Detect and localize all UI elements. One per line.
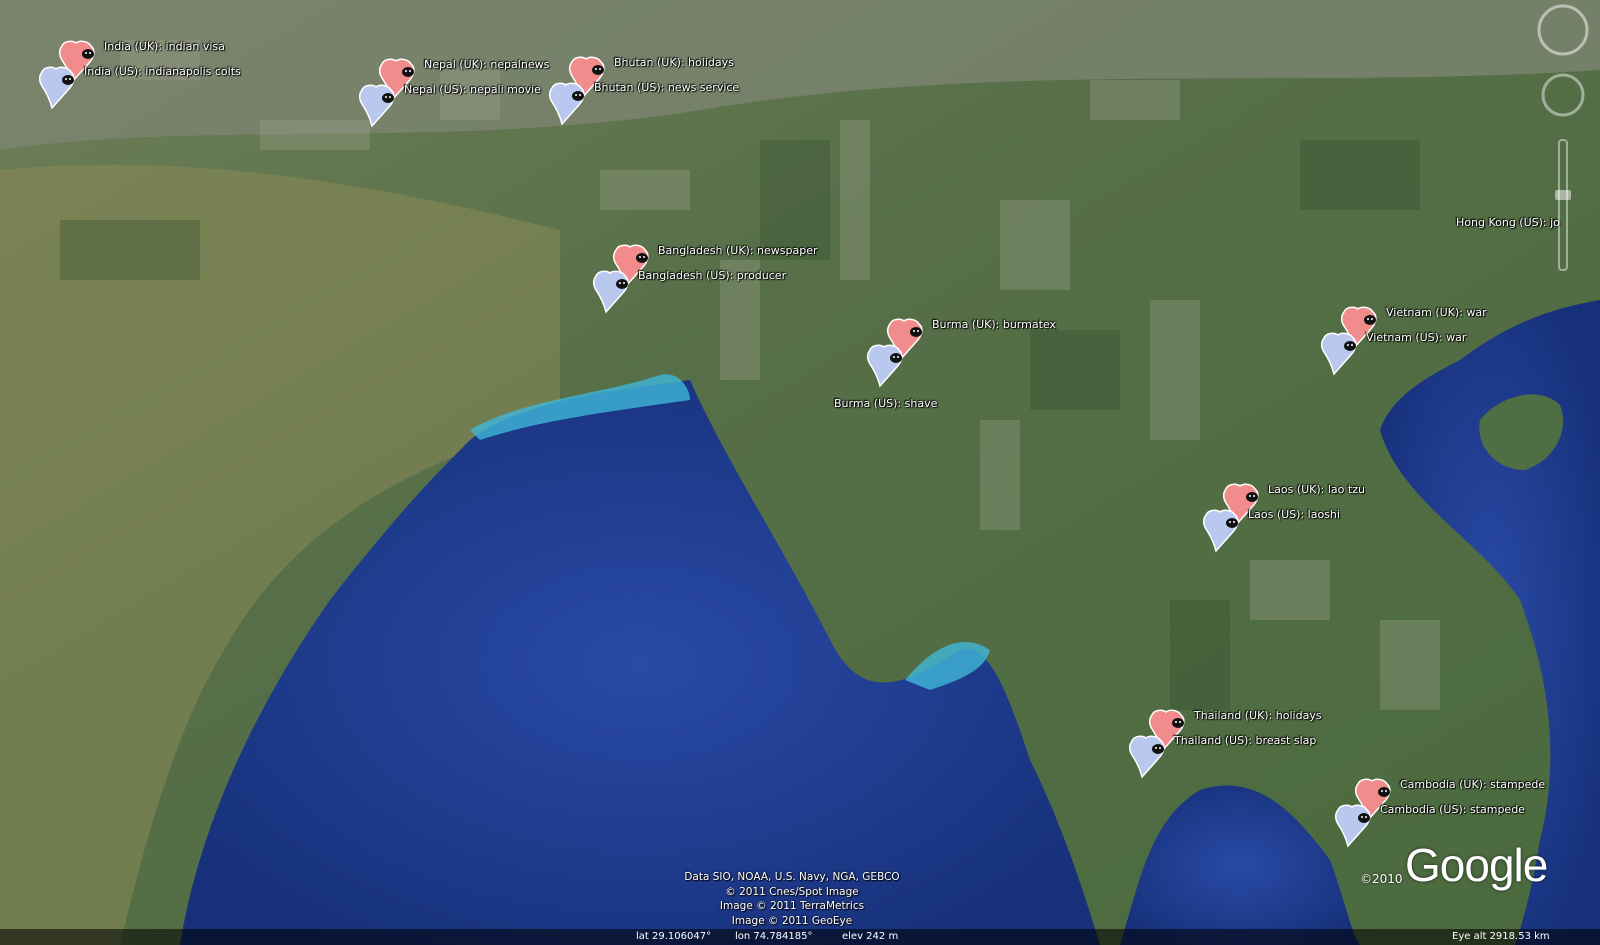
us-placemark-icon[interactable]	[38, 66, 78, 110]
placemark-label-uk[interactable]: Burma (UK): burmatex	[932, 318, 1056, 331]
us-placemark-icon[interactable]	[1128, 735, 1168, 779]
placemark-label-uk[interactable]: Thailand (UK): holidays	[1194, 709, 1322, 722]
navigation-controls[interactable]	[1515, 0, 1600, 300]
us-placemark-icon[interactable]	[1320, 332, 1360, 376]
look-joystick-icon[interactable]	[1537, 4, 1589, 56]
status-eye-altitude: Eye alt 2918.53 km	[1452, 931, 1550, 942]
us-placemark-icon[interactable]	[548, 82, 588, 126]
placemark-label-uk[interactable]: Vietnam (UK): war	[1386, 306, 1487, 319]
placemark-label-us[interactable]: Vietnam (US): war	[1366, 331, 1466, 344]
placemark-label-us[interactable]: Bangladesh (US): producer	[638, 269, 786, 282]
placemark-label-us[interactable]: India (US): indianapolis colts	[84, 65, 241, 78]
move-joystick-icon[interactable]	[1541, 73, 1585, 117]
credit-line: Data SIO, NOAA, U.S. Navy, NGA, GEBCO	[684, 871, 900, 883]
us-placemark-icon[interactable]	[1334, 804, 1374, 848]
map-view[interactable]: India (UK): indian visa India (US): india…	[0, 0, 1600, 945]
status-elevation: elev 242 m	[842, 931, 899, 942]
placemark-label-us[interactable]: Thailand (US): breast slap	[1174, 734, 1316, 747]
zoom-slider-handle[interactable]	[1555, 190, 1571, 200]
us-placemark-icon[interactable]	[592, 270, 632, 314]
credit-line: Image © 2011 GeoEye	[731, 914, 853, 927]
zoom-slider[interactable]	[1558, 139, 1568, 271]
us-placemark-icon[interactable]	[358, 84, 398, 128]
placemark-label-uk[interactable]: Laos (UK): lao tzu	[1268, 483, 1365, 496]
status-bar: lat 29.106047° lon 74.784185° elev 242 m…	[0, 929, 1600, 945]
placemark-label-us[interactable]: Nepal (US): nepali movie	[404, 83, 541, 96]
placemark-label-uk[interactable]: Cambodia (UK): stampede	[1400, 778, 1545, 791]
imagery-credits: Data SIO, NOAA, U.S. Navy, NGA, GEBCO © …	[632, 870, 952, 928]
status-longitude: lon 74.784185°	[735, 931, 813, 942]
us-placemark-icon[interactable]	[1202, 509, 1242, 553]
credit-line: © 2011 Cnes/Spot Image	[725, 885, 859, 898]
placemark-label-us[interactable]: Laos (US): laoshi	[1248, 508, 1340, 521]
placemark-label-uk[interactable]: Nepal (UK): nepalnews	[424, 58, 549, 71]
us-placemark-icon[interactable]	[866, 344, 906, 388]
credit-line: Image © 2011 TerraMetrics	[719, 900, 865, 912]
copyright-year: ©2010	[1360, 872, 1403, 886]
placemark-label-us[interactable]: Bhutan (US): news service	[594, 81, 739, 94]
placemark-label-uk[interactable]: Bangladesh (UK): newspaper	[658, 244, 818, 257]
placemark-label-us[interactable]: Burma (US): shave	[834, 397, 937, 410]
placemark-label-us[interactable]: Cambodia (US): stampede	[1380, 803, 1525, 816]
status-latitude: lat 29.106047°	[636, 931, 712, 942]
google-logo: Google	[1405, 839, 1548, 891]
placemark-label-uk[interactable]: Bhutan (UK): holidays	[614, 56, 734, 69]
placemark-label-uk[interactable]: India (UK): indian visa	[104, 40, 225, 53]
